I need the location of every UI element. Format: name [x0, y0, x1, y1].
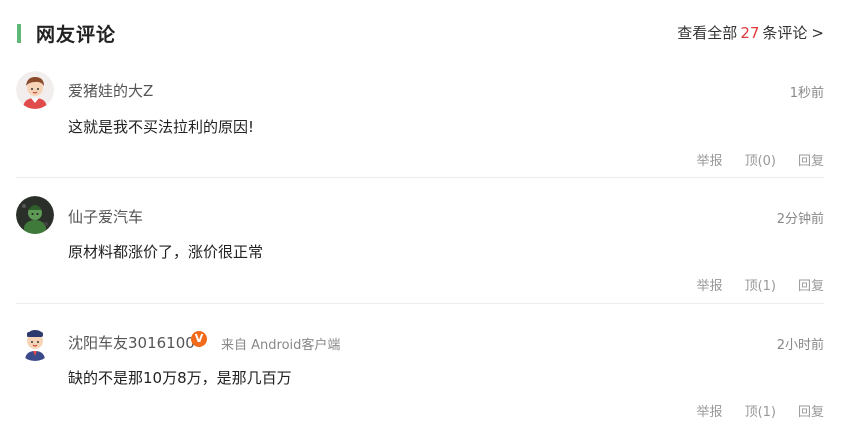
reply-button[interactable]: 回复 — [798, 150, 824, 169]
chevron-right-icon: > — [811, 24, 824, 42]
comment-actions: 举报 顶(0) 回复 — [697, 150, 824, 169]
comment-time: 2小时前 — [776, 338, 824, 353]
comment-actions: 举报 顶(1) 回复 — [697, 401, 824, 420]
comment-username[interactable]: 仙子爱汽车 — [68, 206, 143, 227]
reply-button[interactable]: 回复 — [798, 401, 824, 420]
vip-badge-icon: V — [191, 331, 207, 347]
comment-count: 27 — [740, 24, 760, 42]
cartoon-boy-avatar-icon[interactable] — [16, 71, 54, 109]
comment-actions: 举报 顶(1) 回复 — [697, 275, 824, 294]
comment-username[interactable]: 沈阳车友3016100 — [68, 332, 195, 353]
like-button[interactable]: 顶(0) — [745, 150, 776, 169]
comment-time: 2分钟前 — [776, 212, 824, 227]
comment-content: 这就是我不买法拉利的原因! — [68, 118, 255, 136]
like-button[interactable]: 顶(1) — [745, 275, 776, 294]
comment-item: 爱猪娃的大Z 1秒前 这就是我不买法拉利的原因! 举报 顶(0) 回复 — [0, 66, 852, 178]
comment-item: 沈阳车友3016100 V 来自 Android客户端 2小时前 缺的不是那10… — [0, 304, 852, 428]
green-figure-avatar-icon[interactable] — [16, 196, 54, 234]
like-button[interactable]: 顶(1) — [745, 401, 776, 420]
comment-source: 来自 Android客户端 — [221, 338, 341, 353]
comment-time: 1秒前 — [789, 86, 824, 101]
view-all-suffix: 条评论 — [762, 24, 808, 42]
section-title: 网友评论 — [36, 24, 117, 46]
cartoon-man-avatar-icon[interactable] — [16, 323, 54, 361]
comments-panel: 网友评论 查看全部 27 条评论 > 爱猪娃的大Z 1秒前 这就是我不买法拉利的原因!… — [0, 0, 852, 428]
view-all-prefix: 查看全部 — [677, 24, 738, 42]
report-button[interactable]: 举报 — [697, 275, 723, 294]
comment-item: 仙子爱汽车 2分钟前 原材料都涨价了，涨价很正常 举报 顶(1) 回复 — [0, 178, 852, 304]
comment-content: 原材料都涨价了，涨价很正常 — [68, 243, 264, 261]
view-all-comments-link[interactable]: 查看全部 27 条评论 > — [677, 22, 824, 43]
report-button[interactable]: 举报 — [697, 150, 723, 169]
comment-content: 缺的不是那10万8万，是那几百万 — [68, 369, 292, 387]
comment-username[interactable]: 爱猪娃的大Z — [68, 80, 153, 101]
comments-header: 网友评论 查看全部 27 条评论 > — [0, 0, 852, 66]
report-button[interactable]: 举报 — [697, 401, 723, 420]
header-accent-bar — [17, 24, 21, 43]
reply-button[interactable]: 回复 — [798, 275, 824, 294]
